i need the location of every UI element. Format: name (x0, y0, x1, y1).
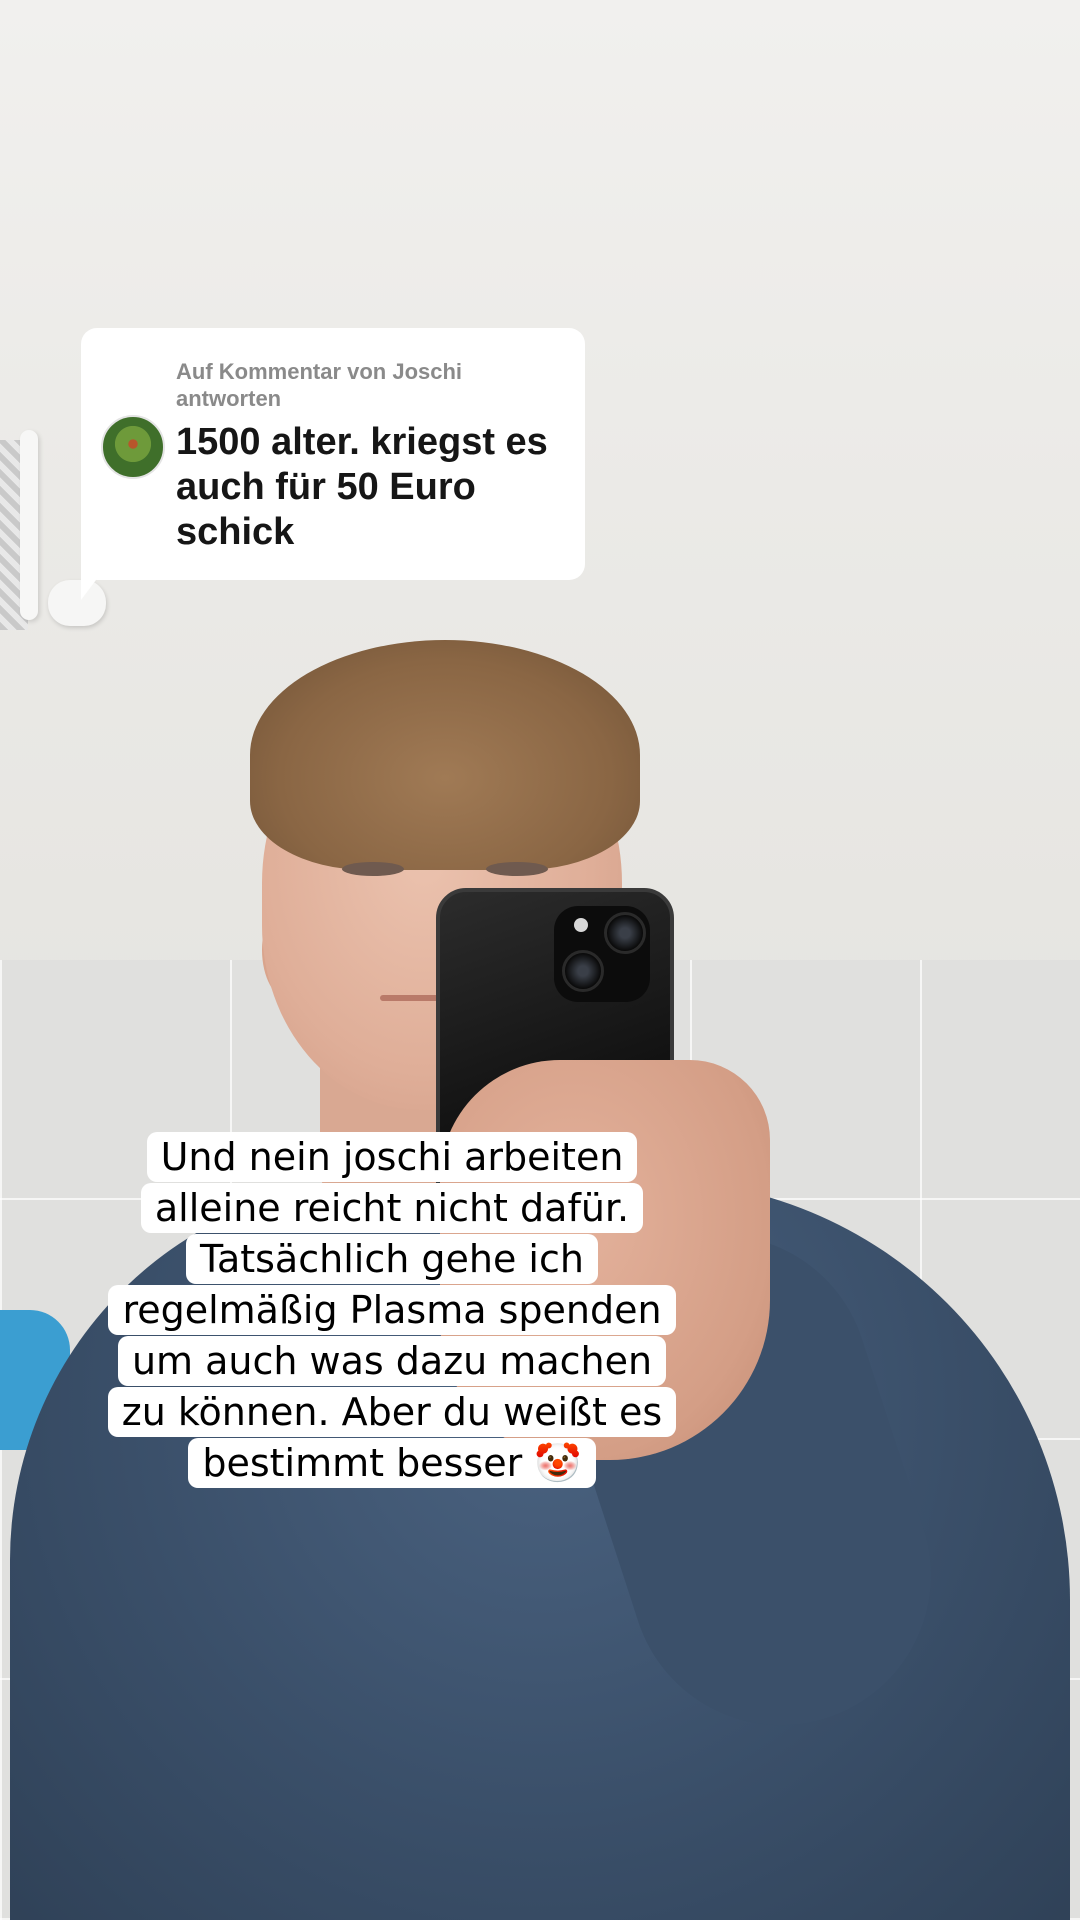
person-eye-left (342, 862, 404, 876)
phone-flash (574, 918, 588, 932)
caption-line: um auch was dazu machen (117, 1336, 667, 1386)
person-eye-right (486, 862, 548, 876)
video-frame (0, 0, 1080, 1920)
caption-line: alleine reicht nicht dafür. (140, 1183, 644, 1233)
phone-lens (604, 912, 646, 954)
reply-comment-text: 1500 alter. kriegst es auch für 50 Euro … (176, 421, 548, 553)
avatar-icon[interactable] (101, 415, 165, 479)
caption-line: zu können. Aber du weißt es (107, 1387, 677, 1437)
reply-header: Auf Kommentar von Joschi antworten (176, 359, 463, 411)
person-hair (250, 640, 640, 870)
person-mouth (380, 995, 440, 1001)
towel-rail (20, 430, 38, 620)
caption-line: regelmäßig Plasma spenden (108, 1285, 676, 1335)
caption-line: Tatsächlich gehe ich (186, 1234, 598, 1284)
caption-line: bestimmt besser 🤡 (188, 1438, 596, 1488)
video-caption: Und nein joschi arbeiten alleine reicht … (100, 1132, 684, 1489)
caption-line: Und nein joschi arbeiten (146, 1132, 638, 1182)
phone-lens (562, 950, 604, 992)
reply-sticker-tail (81, 560, 111, 600)
